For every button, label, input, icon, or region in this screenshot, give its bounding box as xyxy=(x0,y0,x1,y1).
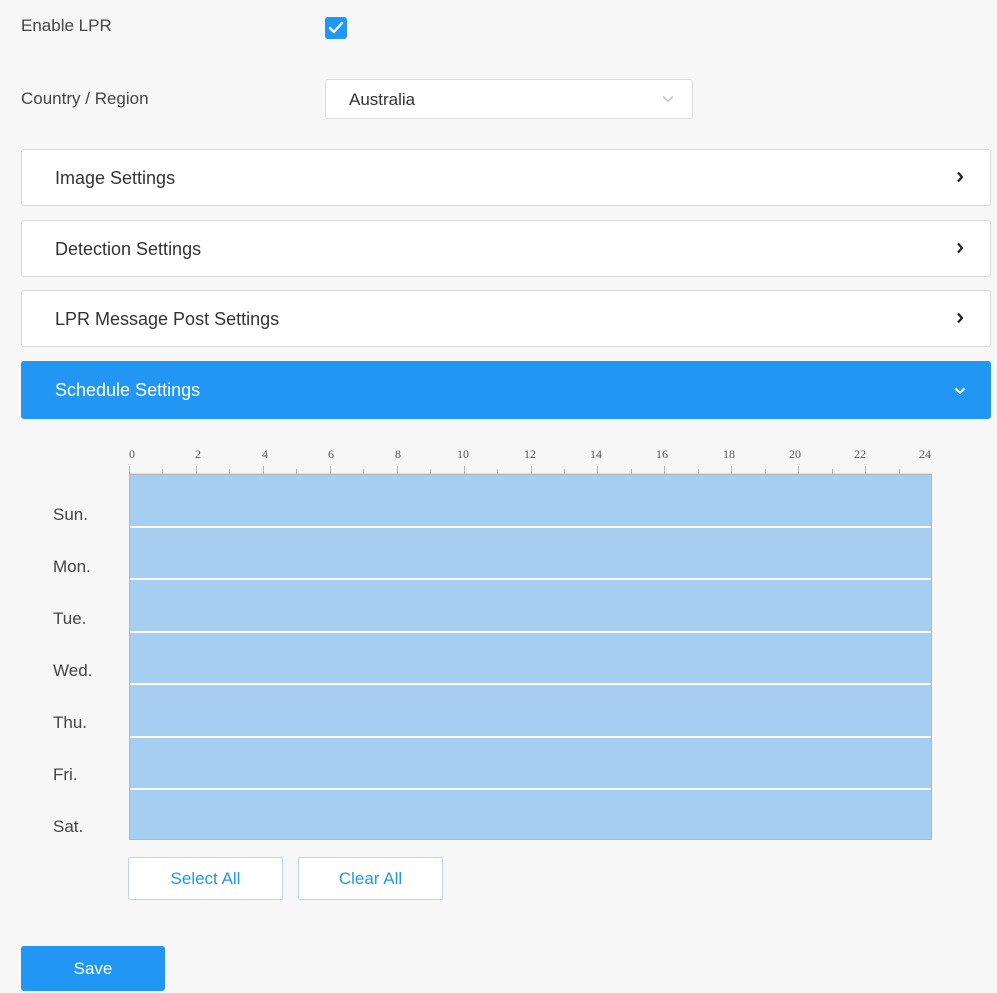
enable-lpr-checkbox[interactable] xyxy=(325,17,347,39)
hour-label: 24 xyxy=(919,447,931,461)
row-separator xyxy=(130,631,931,633)
hour-scale-ticks xyxy=(129,466,932,475)
hour-label: 22 xyxy=(854,447,866,461)
panel-detection-settings[interactable]: Detection Settings xyxy=(21,220,991,277)
enable-lpr-label: Enable LPR xyxy=(21,16,112,35)
day-label-fri: Fri. xyxy=(53,765,78,784)
chevron-right-icon xyxy=(957,312,964,324)
row-separator xyxy=(130,578,931,580)
hour-label: 18 xyxy=(723,447,735,461)
checkmark-icon xyxy=(328,21,344,34)
hour-label: 14 xyxy=(590,447,602,461)
panel-title: Detection Settings xyxy=(55,239,202,259)
country-region-select[interactable]: Australia xyxy=(325,79,693,119)
chevron-right-icon xyxy=(957,242,964,254)
select-all-button[interactable]: Select All xyxy=(128,857,283,900)
panel-schedule-settings[interactable]: Schedule Settings xyxy=(21,361,991,419)
schedule-grid[interactable] xyxy=(129,474,932,840)
chevron-right-icon xyxy=(957,171,964,183)
hour-label: 2 xyxy=(195,447,201,461)
hour-label: 8 xyxy=(395,447,401,461)
hour-label: 16 xyxy=(656,447,668,461)
day-label-thu: Thu. xyxy=(53,713,88,732)
day-label-tue: Tue. xyxy=(53,609,87,628)
panel-title: Image Settings xyxy=(55,168,176,188)
day-label-sat: Sat. xyxy=(53,817,84,836)
hour-label: 6 xyxy=(328,447,334,461)
hour-label: 0 xyxy=(129,447,135,461)
row-separator xyxy=(130,788,931,790)
hour-label: 12 xyxy=(524,447,536,461)
day-label-wed: Wed. xyxy=(53,661,93,680)
clear-all-button[interactable]: Clear All xyxy=(298,857,443,900)
day-label-mon: Mon. xyxy=(53,557,91,576)
save-button[interactable]: Save xyxy=(21,946,165,991)
country-region-label: Country / Region xyxy=(21,89,149,108)
hour-label: 20 xyxy=(789,447,801,461)
row-separator xyxy=(130,683,931,685)
hour-label: 4 xyxy=(262,447,268,461)
panel-title: LPR Message Post Settings xyxy=(55,309,280,329)
chevron-down-icon xyxy=(954,387,966,395)
hour-label: 10 xyxy=(457,447,469,461)
panel-lpr-message-post-settings[interactable]: LPR Message Post Settings xyxy=(21,290,991,347)
row-separator xyxy=(130,526,931,528)
panel-title: Schedule Settings xyxy=(55,380,201,400)
country-region-value: Australia xyxy=(349,90,416,109)
panel-image-settings[interactable]: Image Settings xyxy=(21,149,991,206)
row-separator xyxy=(130,736,931,738)
day-label-sun: Sun. xyxy=(53,505,88,524)
chevron-down-icon xyxy=(662,95,674,102)
